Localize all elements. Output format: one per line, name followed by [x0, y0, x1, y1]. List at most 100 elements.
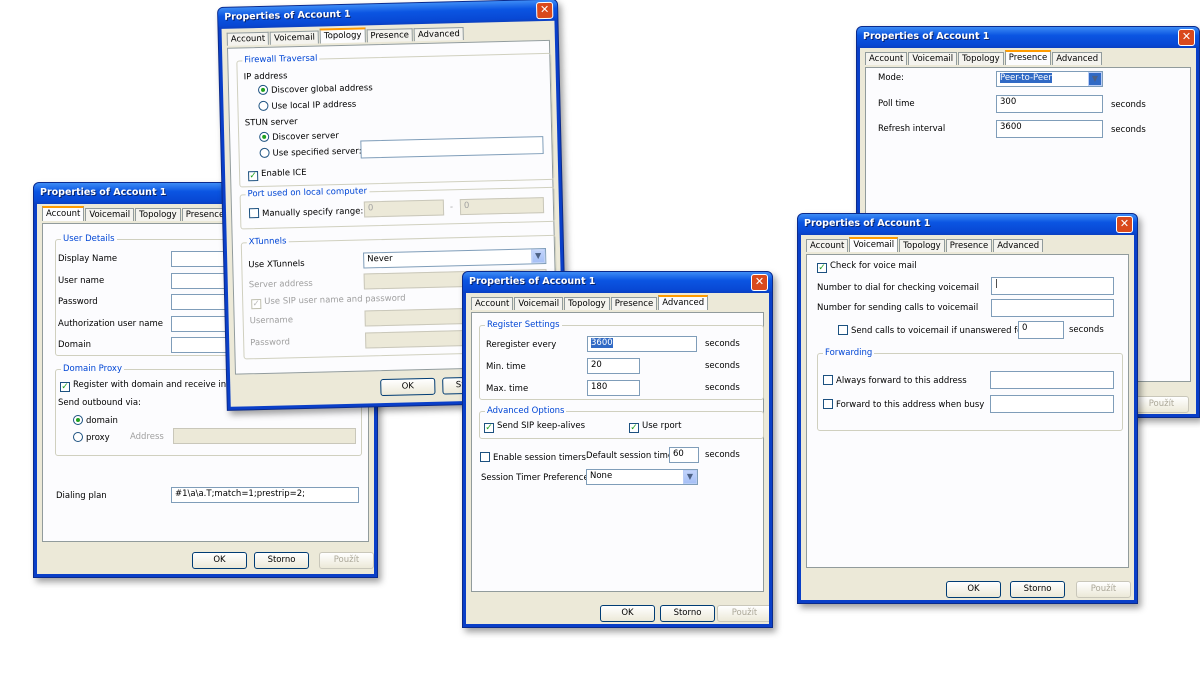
tab-voicemail[interactable]: Voicemail	[908, 52, 958, 65]
title-bar[interactable]: Properties of Account 1 ✕	[463, 272, 772, 293]
reregister-field[interactable]: 3600	[587, 336, 697, 352]
radio-selected-icon	[257, 84, 269, 96]
apply-button[interactable]: Použít	[717, 605, 769, 622]
tab-presence[interactable]: Presence	[1004, 50, 1052, 65]
dial-number-field[interactable]: |	[991, 277, 1114, 295]
chevron-down-icon[interactable]: ▼	[683, 470, 697, 484]
cancel-button[interactable]: Storno	[1010, 581, 1065, 598]
min-time-field[interactable]: 20	[587, 358, 640, 374]
send-unanswered-label: Send calls to voicemail if unanswered fo…	[851, 326, 1026, 336]
dialing-plan-field[interactable]: #1\a\a.T;match=1;prestrip=2;	[171, 487, 359, 503]
seconds-label: seconds	[1069, 325, 1104, 335]
checkbox-checked-icon: ✓	[60, 382, 70, 392]
domain-proxy-title: Domain Proxy	[61, 364, 124, 374]
tab-advanced[interactable]: Advanced	[413, 26, 465, 42]
tab-account[interactable]: Account	[806, 239, 849, 252]
timer-pref-select[interactable]: None ▼	[586, 469, 698, 485]
send-number-label: Number for sending calls to voicemail	[817, 303, 979, 313]
max-time-field[interactable]: 180	[587, 380, 640, 396]
ok-button[interactable]: OK	[192, 552, 247, 569]
outbound-domain-radio[interactable]: domain	[73, 415, 118, 426]
register-settings-title: Register Settings	[485, 320, 562, 330]
tab-account[interactable]: Account	[226, 31, 270, 46]
always-forward-field[interactable]	[990, 371, 1114, 389]
mode-select[interactable]: Peer-to-Peer ▼	[996, 71, 1103, 87]
close-icon[interactable]: ✕	[1178, 29, 1195, 46]
outbound-proxy-radio[interactable]: proxy	[73, 432, 110, 443]
send-unanswered-checkbox[interactable]: Send calls to voicemail if unanswered fo…	[838, 325, 1026, 336]
use-rport-checkbox[interactable]: ✓ Use rport	[629, 421, 682, 433]
close-icon[interactable]: ✕	[1116, 216, 1133, 233]
voicemail-tab-page: ✓ Check for voice mail Number to dial for…	[806, 254, 1129, 568]
radio-selected-icon	[259, 131, 270, 143]
range-to-field[interactable]: 0	[459, 197, 545, 216]
tab-topology[interactable]: Topology	[958, 52, 1004, 65]
tab-presence[interactable]: Presence	[610, 297, 658, 310]
advanced-options-title: Advanced Options	[485, 406, 567, 416]
refresh-interval-field[interactable]: 3600	[996, 120, 1103, 138]
ok-button[interactable]: OK	[600, 605, 655, 622]
title-bar[interactable]: Properties of Account 1 ✕	[798, 214, 1137, 235]
tab-presence[interactable]: Presence	[366, 28, 414, 43]
tab-advanced[interactable]: Advanced	[658, 295, 709, 310]
tab-topology[interactable]: Topology	[135, 208, 181, 221]
use-local-ip-label: Use local IP address	[271, 99, 357, 112]
enable-ice-checkbox[interactable]: ✓ Enable ICE	[248, 168, 307, 182]
always-forward-checkbox[interactable]: Always forward to this address	[823, 375, 967, 386]
discover-server-radio[interactable]: Discover server	[259, 130, 339, 143]
timer-pref-value: None	[590, 471, 613, 481]
checkbox-disabled-checked-icon: ✓	[251, 299, 262, 310]
checkbox-icon	[838, 325, 848, 335]
user-name-label: User name	[58, 276, 105, 286]
cancel-button[interactable]: Storno	[660, 605, 715, 622]
default-session-field[interactable]: 60	[669, 447, 699, 463]
unanswered-seconds-field[interactable]: 0	[1018, 321, 1064, 339]
firewall-title: Firewall Traversal	[242, 53, 320, 66]
tab-topology[interactable]: Topology	[319, 27, 366, 44]
radio-icon	[259, 147, 270, 159]
forward-busy-field[interactable]	[990, 395, 1114, 413]
tab-voicemail[interactable]: Voicemail	[85, 208, 135, 221]
ok-button[interactable]: OK	[946, 581, 1001, 598]
tab-presence[interactable]: Presence	[945, 239, 993, 252]
proxy-address-field[interactable]	[173, 428, 356, 444]
ok-button[interactable]: OK	[380, 377, 436, 397]
address-label: Address	[130, 432, 164, 442]
tunnel-username-label: Username	[249, 315, 294, 327]
tab-voicemail[interactable]: Voicemail	[849, 237, 899, 252]
cancel-button[interactable]: Storno	[254, 552, 309, 569]
tab-voicemail[interactable]: Voicemail	[514, 297, 564, 310]
enable-timers-checkbox[interactable]: Enable session timers	[480, 452, 586, 463]
seconds-label: seconds	[705, 361, 740, 371]
discover-server-label: Discover server	[272, 131, 339, 143]
window-title: Properties of Account 1	[469, 276, 596, 287]
tab-account[interactable]: Account	[865, 52, 908, 65]
forward-busy-checkbox[interactable]: Forward to this address when busy	[823, 399, 984, 410]
send-number-field[interactable]	[991, 299, 1114, 317]
send-keepalives-checkbox[interactable]: ✓ Send SIP keep-alives	[484, 421, 585, 433]
tab-advanced[interactable]: Advanced	[993, 239, 1044, 252]
apply-button[interactable]: Použít	[319, 552, 374, 569]
chevron-down-icon[interactable]: ▼	[1088, 72, 1102, 86]
default-session-time-label: Default session time	[586, 451, 674, 461]
title-bar[interactable]: Properties of Account 1 ✕	[857, 27, 1199, 48]
seconds-label: seconds	[705, 383, 740, 393]
poll-time-field[interactable]: 300	[996, 95, 1103, 113]
tab-topology[interactable]: Topology	[899, 239, 945, 252]
tab-account[interactable]: Account	[42, 206, 85, 221]
check-voicemail-checkbox[interactable]: ✓ Check for voice mail	[817, 261, 917, 273]
tab-advanced[interactable]: Advanced	[1052, 52, 1103, 65]
chevron-down-icon[interactable]: ▼	[531, 249, 546, 264]
forwarding-title: Forwarding	[823, 348, 875, 358]
close-icon[interactable]: ✕	[751, 274, 768, 291]
range-from-field[interactable]: 0	[363, 199, 445, 218]
tab-account[interactable]: Account	[471, 297, 514, 310]
apply-button[interactable]: Použít	[1076, 581, 1131, 598]
tab-voicemail[interactable]: Voicemail	[269, 30, 320, 45]
window-title: Properties of Account 1	[224, 8, 351, 23]
display-name-label: Display Name	[58, 254, 118, 264]
use-xtunnels-label: Use XTunnels	[248, 258, 305, 271]
apply-button[interactable]: Použít	[1134, 396, 1189, 413]
close-icon[interactable]: ✕	[535, 1, 554, 20]
tab-topology[interactable]: Topology	[564, 297, 610, 310]
